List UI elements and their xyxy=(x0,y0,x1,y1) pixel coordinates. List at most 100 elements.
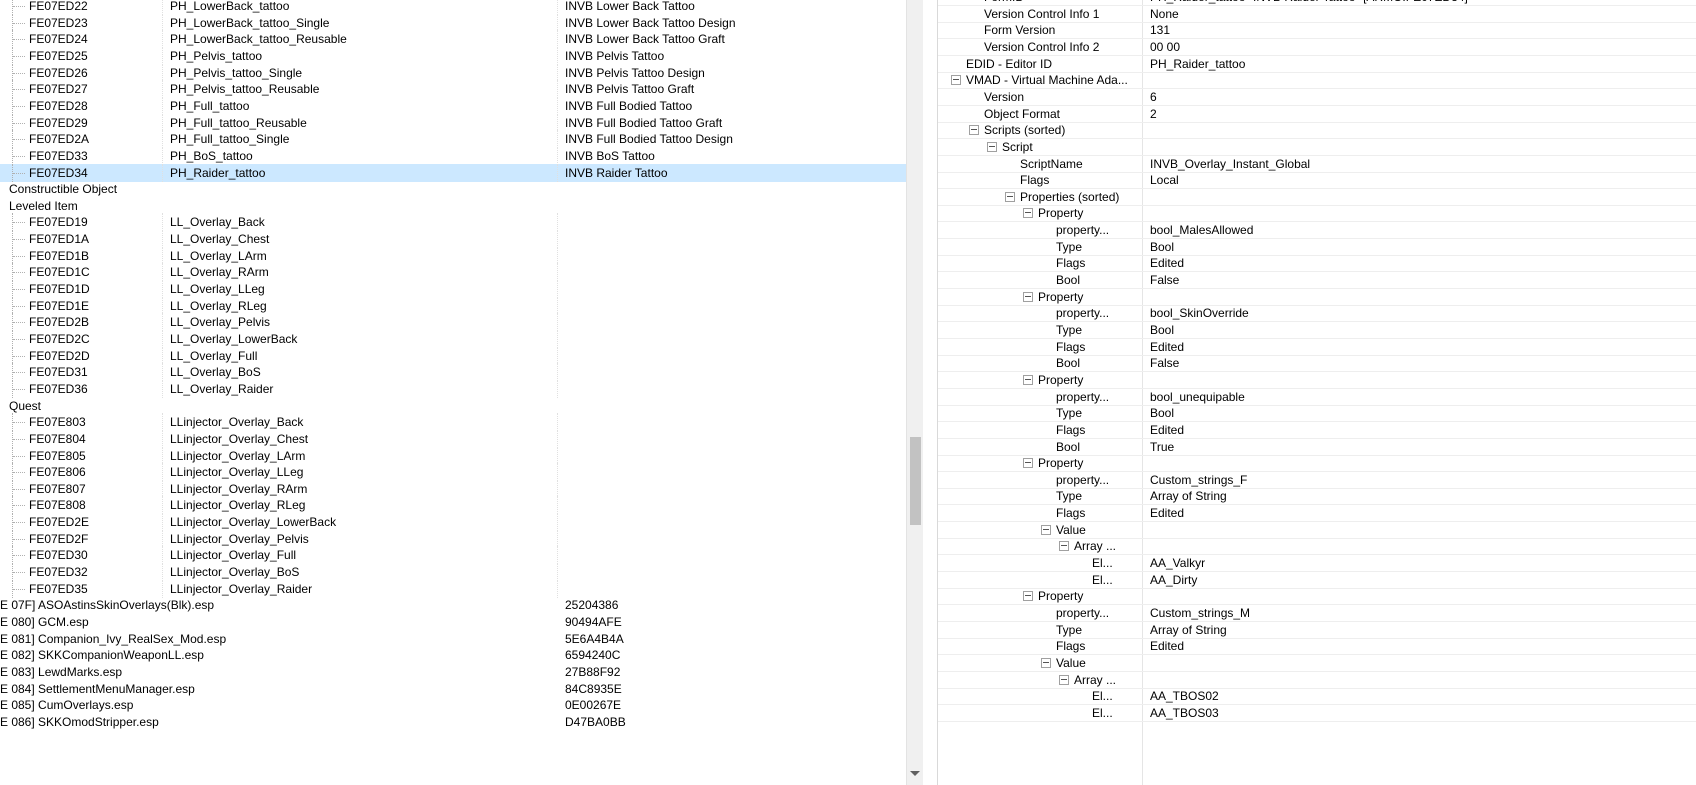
record-field-row[interactable]: Array ... xyxy=(938,537,1696,555)
tree-record-row[interactable]: FE07E803 LLinjector_Overlay_Back xyxy=(0,413,906,431)
field-value[interactable]: Edited xyxy=(1150,254,1184,272)
navigation-tree[interactable]: FE07ED22 PH_LowerBack_tattoo INVB Lower Ba… xyxy=(0,0,906,785)
tree-record-row[interactable]: FE07ED28 PH_Full_tattoo INVB Full Bodied T… xyxy=(0,97,906,115)
field-value[interactable]: False xyxy=(1150,354,1179,372)
plugin-file-row[interactable]: E 07F] ASOAstinsSkinOverlays(Blk).esp 252… xyxy=(0,596,906,614)
collapse-toggle-icon[interactable] xyxy=(1023,208,1033,218)
plugin-file-row[interactable]: E 080] GCM.esp 90494AFE xyxy=(0,613,906,631)
tree-record-row[interactable]: FE07ED2E LLinjector_Overlay_LowerBack xyxy=(0,513,906,531)
tree-record-row[interactable]: FE07ED19 LL_Overlay_Back xyxy=(0,213,906,231)
tree-record-row[interactable]: FE07ED2B LL_Overlay_Pelvis xyxy=(0,313,906,331)
tree-record-row[interactable]: FE07ED1C LL_Overlay_RArm xyxy=(0,263,906,281)
tree-record-row[interactable]: FE07ED1D LL_Overlay_LLeg xyxy=(0,280,906,298)
record-field-row[interactable]: Flags Edited xyxy=(938,254,1696,272)
record-field-row[interactable]: Bool False xyxy=(938,271,1696,289)
record-field-row[interactable]: Version Control Info 2 00 00 xyxy=(938,38,1696,56)
record-field-row[interactable]: Property xyxy=(938,454,1696,472)
field-value[interactable]: Edited xyxy=(1150,421,1184,439)
collapse-toggle-icon[interactable] xyxy=(1023,292,1033,302)
collapse-toggle-icon[interactable] xyxy=(1023,458,1033,468)
record-field-row[interactable]: property... Custom_strings_M xyxy=(938,604,1696,622)
record-field-row[interactable]: Bool False xyxy=(938,354,1696,372)
tree-record-row[interactable]: FE07E806 LLinjector_Overlay_LLeg xyxy=(0,463,906,481)
field-label: Type xyxy=(1056,406,1083,420)
record-field-row[interactable]: Scripts (sorted) xyxy=(938,121,1696,139)
record-field-row[interactable]: El... AA_TBOS03 xyxy=(938,704,1696,722)
editor-id: PH_Pelvis_tattoo xyxy=(170,49,263,63)
tree-record-row[interactable]: FE07E808 LLinjector_Overlay_RLeg xyxy=(0,496,906,514)
record-field-row[interactable]: Version 6 xyxy=(938,88,1696,106)
tree-record-row[interactable]: FE07ED2A PH_Full_tattoo_Single INVB Full B… xyxy=(0,130,906,148)
field-value[interactable]: Custom_strings_M xyxy=(1150,604,1250,622)
record-field-row[interactable]: Type Array of String xyxy=(938,487,1696,505)
tree-branch-line xyxy=(13,589,25,590)
tree-record-row[interactable]: FE07ED32 LLinjector_Overlay_BoS xyxy=(0,563,906,581)
collapse-toggle-icon[interactable] xyxy=(1005,192,1015,202)
collapse-toggle-icon[interactable] xyxy=(1059,541,1069,551)
record-field-row[interactable]: Flags Edited xyxy=(938,421,1696,439)
field-value[interactable]: Bool xyxy=(1150,404,1174,422)
tree-record-row[interactable]: FE07ED2C LL_Overlay_LowerBack xyxy=(0,330,906,348)
tree-record-row[interactable]: FE07ED25 PH_Pelvis_tattoo INVB Pelvis Tatt… xyxy=(0,47,906,65)
collapse-toggle-icon[interactable] xyxy=(1023,375,1033,385)
collapse-toggle-icon[interactable] xyxy=(1041,525,1051,535)
field-value[interactable]: AA_Valkyr xyxy=(1150,554,1205,572)
field-value[interactable]: 131 xyxy=(1150,21,1170,39)
record-field-row[interactable]: property... bool_SkinOverride xyxy=(938,304,1696,322)
field-value[interactable]: Array of String xyxy=(1150,487,1227,505)
record-field-row[interactable]: VMAD - Virtual Machine Ada... xyxy=(938,71,1696,89)
record-field-row[interactable]: Form Version 131 xyxy=(938,21,1696,39)
field-value[interactable]: Edited xyxy=(1150,504,1184,522)
record-field-row[interactable]: Type Bool xyxy=(938,321,1696,339)
record-field-row[interactable]: El... AA_TBOS02 xyxy=(938,687,1696,705)
field-value[interactable]: Edited xyxy=(1150,637,1184,655)
record-field-row[interactable]: property... bool_MalesAllowed xyxy=(938,221,1696,239)
plugin-file-row[interactable]: E 083] LewdMarks.esp 27B88F92 xyxy=(0,663,906,681)
tree-group-constructible-object[interactable]: Constructible Object xyxy=(0,180,906,198)
tree-record-row[interactable]: FE07ED33 PH_BoS_tattoo INVB BoS Tattoo xyxy=(0,147,906,165)
collapse-toggle-icon[interactable] xyxy=(951,75,961,85)
field-value[interactable]: False xyxy=(1150,271,1179,289)
tree-record-row[interactable]: FE07ED31 LL_Overlay_BoS xyxy=(0,363,906,381)
plugin-file-row[interactable]: E 085] CumOverlays.esp 0E00267E xyxy=(0,696,906,714)
field-value[interactable]: 6 xyxy=(1150,88,1157,106)
tree-record-row[interactable]: FE07ED27 PH_Pelvis_tattoo_Reusable INVB Pe… xyxy=(0,80,906,98)
collapse-toggle-icon[interactable] xyxy=(1059,675,1069,685)
record-view[interactable]: FormIDPH_Raider_tattoo "INVB Raider Tatt… xyxy=(938,0,1696,785)
record-field-row[interactable]: Flags Edited xyxy=(938,637,1696,655)
record-field-row[interactable]: Flags Local xyxy=(938,171,1696,189)
scrollbar-thumb[interactable] xyxy=(910,437,921,525)
scroll-down-arrow-icon[interactable] xyxy=(910,771,920,776)
record-field-row[interactable]: Value xyxy=(938,654,1696,672)
record-field-row[interactable]: El... AA_Valkyr xyxy=(938,554,1696,572)
collapse-toggle-icon[interactable] xyxy=(969,125,979,135)
field-value[interactable]: Bool xyxy=(1150,321,1174,339)
record-field-row[interactable]: Property xyxy=(938,204,1696,222)
field-value[interactable]: AA_TBOS02 xyxy=(1150,687,1219,705)
field-value[interactable]: Local xyxy=(1150,171,1179,189)
plugin-file-row[interactable]: E 082] SKKCompanionWeaponLL.esp 6594240C xyxy=(0,646,906,664)
tree-record-row[interactable]: FE07ED24 PH_LowerBack_tattoo_Reusable INVB… xyxy=(0,30,906,48)
plugin-crc: 0E00267E xyxy=(565,698,622,712)
record-field-row[interactable]: Type Bool xyxy=(938,404,1696,422)
navigation-scrollbar[interactable] xyxy=(906,0,924,785)
record-field-row[interactable]: Property xyxy=(938,587,1696,605)
record-field-row[interactable]: Script xyxy=(938,138,1696,156)
field-value[interactable]: AA_TBOS03 xyxy=(1150,704,1219,722)
tree-record-row[interactable]: FE07ED1A LL_Overlay_Chest xyxy=(0,230,906,248)
collapse-toggle-icon[interactable] xyxy=(1023,591,1033,601)
plugin-file-row[interactable]: E 086] SKKOmodStripper.esp D47BA0BB xyxy=(0,713,906,731)
record-field-row[interactable]: Property xyxy=(938,371,1696,389)
tree-record-row[interactable]: FE07ED22 PH_LowerBack_tattoo INVB Lower Ba… xyxy=(0,0,906,15)
field-value[interactable]: 00 00 xyxy=(1150,38,1180,56)
field-value[interactable]: bool_SkinOverride xyxy=(1150,304,1249,322)
collapse-toggle-icon[interactable] xyxy=(987,142,997,152)
tree-record-row[interactable]: FE07E804 LLinjector_Overlay_Chest xyxy=(0,430,906,448)
pane-splitter[interactable] xyxy=(923,0,938,785)
record-field-row[interactable]: Flags Edited xyxy=(938,504,1696,522)
collapse-toggle-icon[interactable] xyxy=(1041,658,1051,668)
field-value[interactable]: bool_MalesAllowed xyxy=(1150,221,1253,239)
tree-record-row[interactable]: FE07ED36 LL_Overlay_Raider xyxy=(0,380,906,398)
tree-record-row[interactable]: FE07ED30 LLinjector_Overlay_Full xyxy=(0,546,906,564)
column-separator xyxy=(557,30,559,48)
